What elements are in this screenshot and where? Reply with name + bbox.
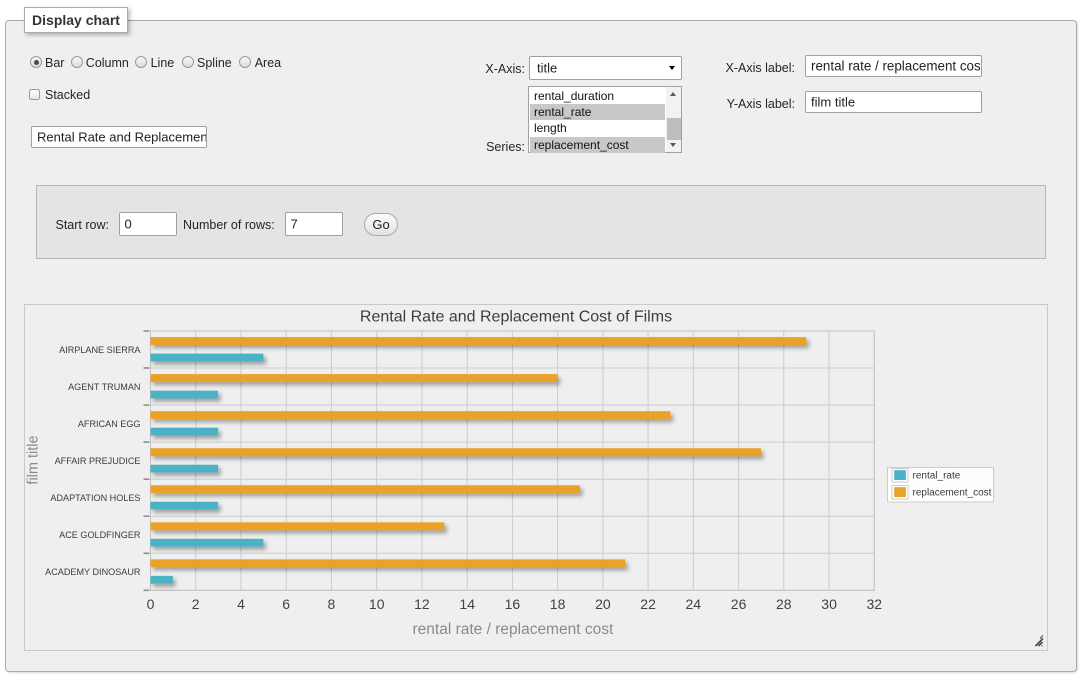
svg-text:ADAPTATION HOLES: ADAPTATION HOLES [50,493,140,503]
svg-text:24: 24 [686,596,702,612]
svg-text:ACE GOLDFINGER: ACE GOLDFINGER [59,530,141,540]
svg-text:30: 30 [821,596,837,612]
svg-text:rental rate / replacement cost: rental rate / replacement cost [413,621,614,638]
svg-text:22: 22 [640,596,656,612]
svg-text:AIRPLANE SIERRA: AIRPLANE SIERRA [59,345,141,355]
svg-text:32: 32 [867,596,883,612]
svg-text:replacement_cost: replacement_cost [913,488,992,499]
svg-text:12: 12 [414,596,430,612]
svg-text:14: 14 [459,596,475,612]
svg-text:AFRICAN EGG: AFRICAN EGG [78,419,141,429]
svg-text:2: 2 [192,596,200,612]
svg-text:Rental Rate and Replacement Co: Rental Rate and Replacement Cost of Film… [360,309,672,326]
svg-text:AGENT TRUMAN: AGENT TRUMAN [68,382,140,392]
svg-text:rental_rate: rental_rate [913,471,961,482]
svg-text:16: 16 [505,596,521,612]
svg-text:AFFAIR PREJUDICE: AFFAIR PREJUDICE [55,456,141,466]
svg-text:ACADEMY DINOSAUR: ACADEMY DINOSAUR [45,567,141,577]
svg-text:18: 18 [550,596,566,612]
svg-text:6: 6 [282,596,290,612]
svg-text:film title: film title [26,435,42,484]
svg-text:28: 28 [776,596,792,612]
svg-text:26: 26 [731,596,747,612]
svg-text:0: 0 [147,596,155,612]
svg-text:20: 20 [595,596,611,612]
svg-text:4: 4 [237,596,245,612]
svg-text:8: 8 [328,596,336,612]
svg-text:10: 10 [369,596,385,612]
